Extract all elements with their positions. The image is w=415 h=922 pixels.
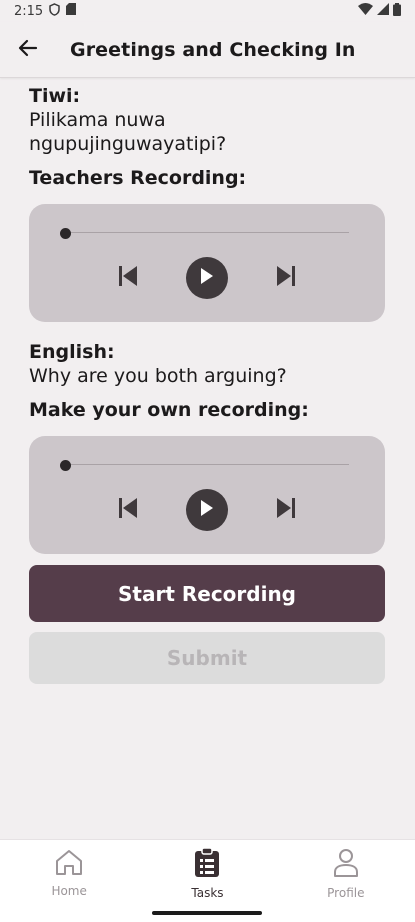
own-audio-player (29, 436, 385, 554)
english-label: English: (29, 341, 115, 363)
skip-previous-button[interactable] (118, 497, 138, 523)
home-icon (54, 848, 84, 880)
skip-next-button[interactable] (276, 497, 296, 523)
seek-track[interactable] (65, 464, 349, 465)
skip-next-button[interactable] (276, 265, 296, 291)
sd-card-icon (66, 3, 77, 19)
status-time: 2:15 (14, 3, 44, 19)
status-bar: 2:15 (0, 0, 415, 22)
teachers-recording-label: Teachers Recording: (29, 167, 247, 189)
bottom-nav: Home Tasks Profile (0, 839, 415, 901)
seek-thumb[interactable] (60, 460, 71, 471)
person-icon (332, 848, 360, 882)
play-icon (200, 500, 214, 520)
tiwi-label: Tiwi: (29, 85, 81, 107)
clipboard-icon (194, 847, 220, 882)
skip-previous-button[interactable] (118, 265, 138, 291)
own-recording-label: Make your own recording: (29, 399, 309, 421)
skip-next-icon (276, 265, 296, 291)
seek-track[interactable] (65, 232, 349, 233)
nav-label-tasks: Tasks (191, 886, 224, 900)
nav-label-home: Home (51, 884, 87, 898)
teachers-audio-player (29, 204, 385, 322)
arrow-left-icon (18, 39, 38, 61)
gesture-bar (0, 901, 415, 922)
skip-previous-icon (118, 497, 138, 523)
signal-icon (377, 3, 389, 19)
skip-next-icon (276, 497, 296, 523)
nav-item-home[interactable]: Home (0, 840, 138, 901)
app-bar: Greetings and Checking In (0, 22, 415, 78)
shield-icon (49, 2, 60, 20)
nav-item-tasks[interactable]: Tasks (138, 840, 276, 901)
start-recording-button[interactable]: Start Recording (29, 565, 385, 622)
nav-label-profile: Profile (327, 886, 365, 900)
play-button[interactable] (186, 257, 228, 299)
seek-thumb[interactable] (60, 228, 71, 239)
wifi-icon (358, 3, 373, 19)
nav-item-profile[interactable]: Profile (277, 840, 415, 901)
play-icon (200, 268, 214, 288)
submit-button[interactable]: Submit (29, 632, 385, 684)
gesture-handle[interactable] (152, 911, 262, 915)
english-text: Why are you both arguing? (29, 365, 287, 387)
tiwi-text: Pilikama nuwa ngupujinguwayatipi? (29, 109, 227, 155)
battery-icon (393, 2, 401, 20)
skip-previous-icon (118, 265, 138, 291)
task-content: Tiwi: Pilikama nuwa ngupujinguwayatipi? … (29, 84, 385, 684)
back-button[interactable] (0, 22, 56, 78)
play-button[interactable] (186, 489, 228, 531)
page-title: Greetings and Checking In (70, 38, 356, 61)
